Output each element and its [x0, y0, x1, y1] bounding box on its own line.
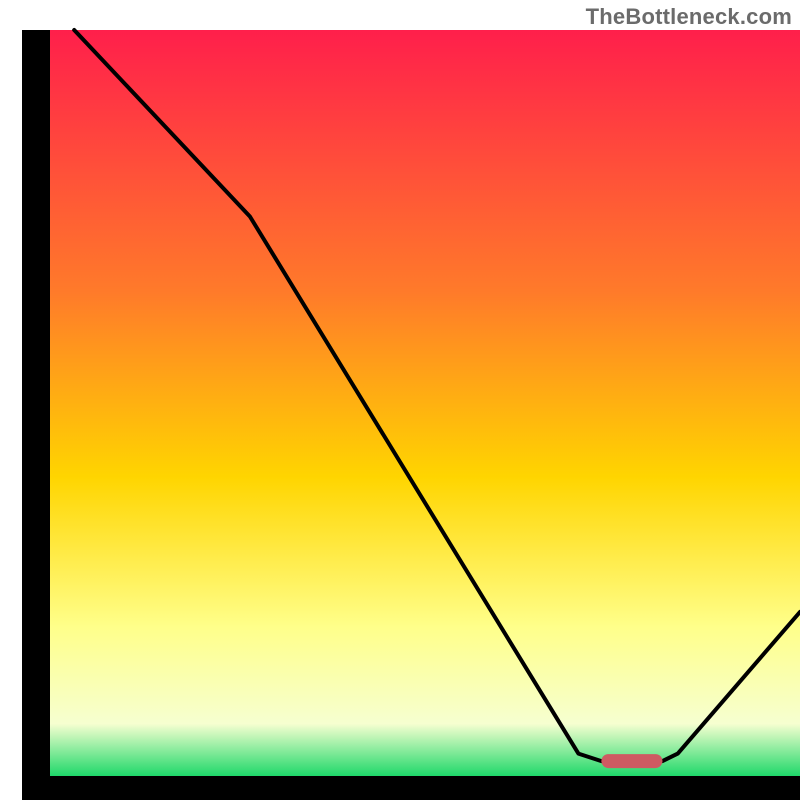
watermark-text: TheBottleneck.com: [586, 4, 792, 30]
optimal-range-marker: [601, 754, 662, 768]
left-margin: [0, 0, 22, 800]
gradient-background: [36, 30, 800, 776]
bottleneck-chart: [0, 0, 800, 800]
chart-container: TheBottleneck.com: [0, 0, 800, 800]
